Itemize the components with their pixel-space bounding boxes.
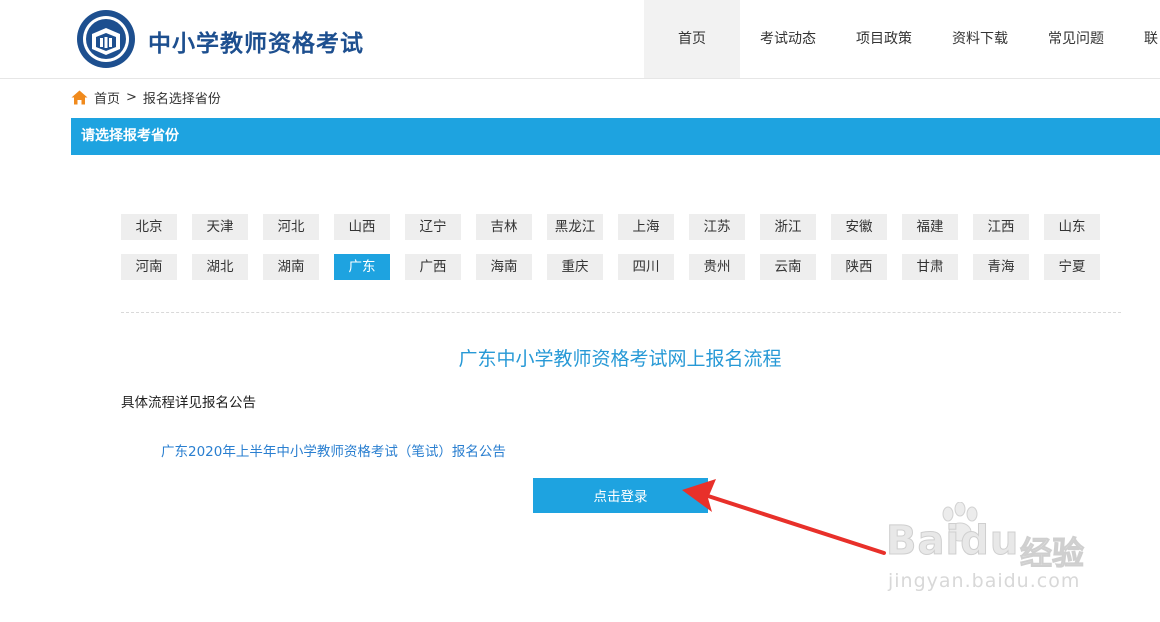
- nav-downloads[interactable]: 资料下载: [932, 0, 1028, 78]
- province-button[interactable]: 天津: [192, 214, 248, 240]
- province-button[interactable]: 海南: [476, 254, 532, 280]
- province-button[interactable]: 河南: [121, 254, 177, 280]
- province-button[interactable]: 北京: [121, 214, 177, 240]
- process-title: 广东中小学教师资格考试网上报名流程: [458, 348, 782, 370]
- province-button[interactable]: 广东: [334, 254, 390, 280]
- site-logo-icon[interactable]: [76, 9, 136, 69]
- baidu-jingyan-watermark: Baidu 经验 jingyan.baidu.com: [885, 502, 1112, 604]
- home-icon[interactable]: [71, 90, 88, 105]
- detail-note: 具体流程详见报名公告: [121, 395, 256, 411]
- province-button[interactable]: 宁夏: [1044, 254, 1100, 280]
- province-button[interactable]: 广西: [405, 254, 461, 280]
- province-button[interactable]: 贵州: [689, 254, 745, 280]
- site-header: 中小学教师资格考试 首页 考试动态 项目政策 资料下载 常见问题 联: [0, 0, 1160, 79]
- province-button[interactable]: 青海: [973, 254, 1029, 280]
- province-button[interactable]: 浙江: [760, 214, 816, 240]
- breadcrumb-current: 报名选择省份: [142, 92, 221, 107]
- province-button[interactable]: 河北: [263, 214, 319, 240]
- province-button[interactable]: 黑龙江: [547, 214, 603, 240]
- breadcrumb-home[interactable]: 首页: [94, 88, 120, 107]
- province-button[interactable]: 四川: [618, 254, 674, 280]
- nav-exam-news[interactable]: 考试动态: [740, 0, 836, 78]
- watermark-cn: 经验: [1019, 534, 1085, 573]
- province-button[interactable]: 甘肃: [902, 254, 958, 280]
- registration-notice-link[interactable]: 广东2020年上半年中小学教师资格考试（笔试）报名公告: [161, 440, 506, 460]
- province-button[interactable]: 吉林: [476, 214, 532, 240]
- province-button[interactable]: 辽宁: [405, 214, 461, 240]
- province-button[interactable]: 江苏: [689, 214, 745, 240]
- nav-policy[interactable]: 项目政策: [836, 0, 932, 78]
- nav-home[interactable]: 首页: [644, 0, 740, 78]
- province-button[interactable]: 安徽: [831, 214, 887, 240]
- nav-contact[interactable]: 联: [1124, 0, 1160, 78]
- province-button[interactable]: 福建: [902, 214, 958, 240]
- site-title[interactable]: 中小学教师资格考试: [148, 24, 364, 58]
- nav-faq[interactable]: 常见问题: [1028, 0, 1124, 78]
- province-button[interactable]: 陕西: [831, 254, 887, 280]
- breadcrumb-separator: >: [126, 90, 137, 105]
- province-button[interactable]: 江西: [973, 214, 1029, 240]
- login-button[interactable]: 点击登录: [533, 478, 708, 513]
- province-button[interactable]: 云南: [760, 254, 816, 280]
- province-button[interactable]: 湖北: [192, 254, 248, 280]
- watermark-brand: Baidu: [885, 518, 1020, 565]
- province-button[interactable]: 山西: [334, 214, 390, 240]
- province-button[interactable]: 山东: [1044, 214, 1100, 240]
- section-divider: [121, 312, 1121, 313]
- watermark-url: jingyan.baidu.com: [888, 570, 1081, 592]
- breadcrumb: 首页 > 报名选择省份: [71, 88, 221, 107]
- province-button[interactable]: 湖南: [263, 254, 319, 280]
- province-button[interactable]: 上海: [618, 214, 674, 240]
- province-section-header: 请选择报考省份: [71, 118, 1160, 155]
- province-button[interactable]: 重庆: [547, 254, 603, 280]
